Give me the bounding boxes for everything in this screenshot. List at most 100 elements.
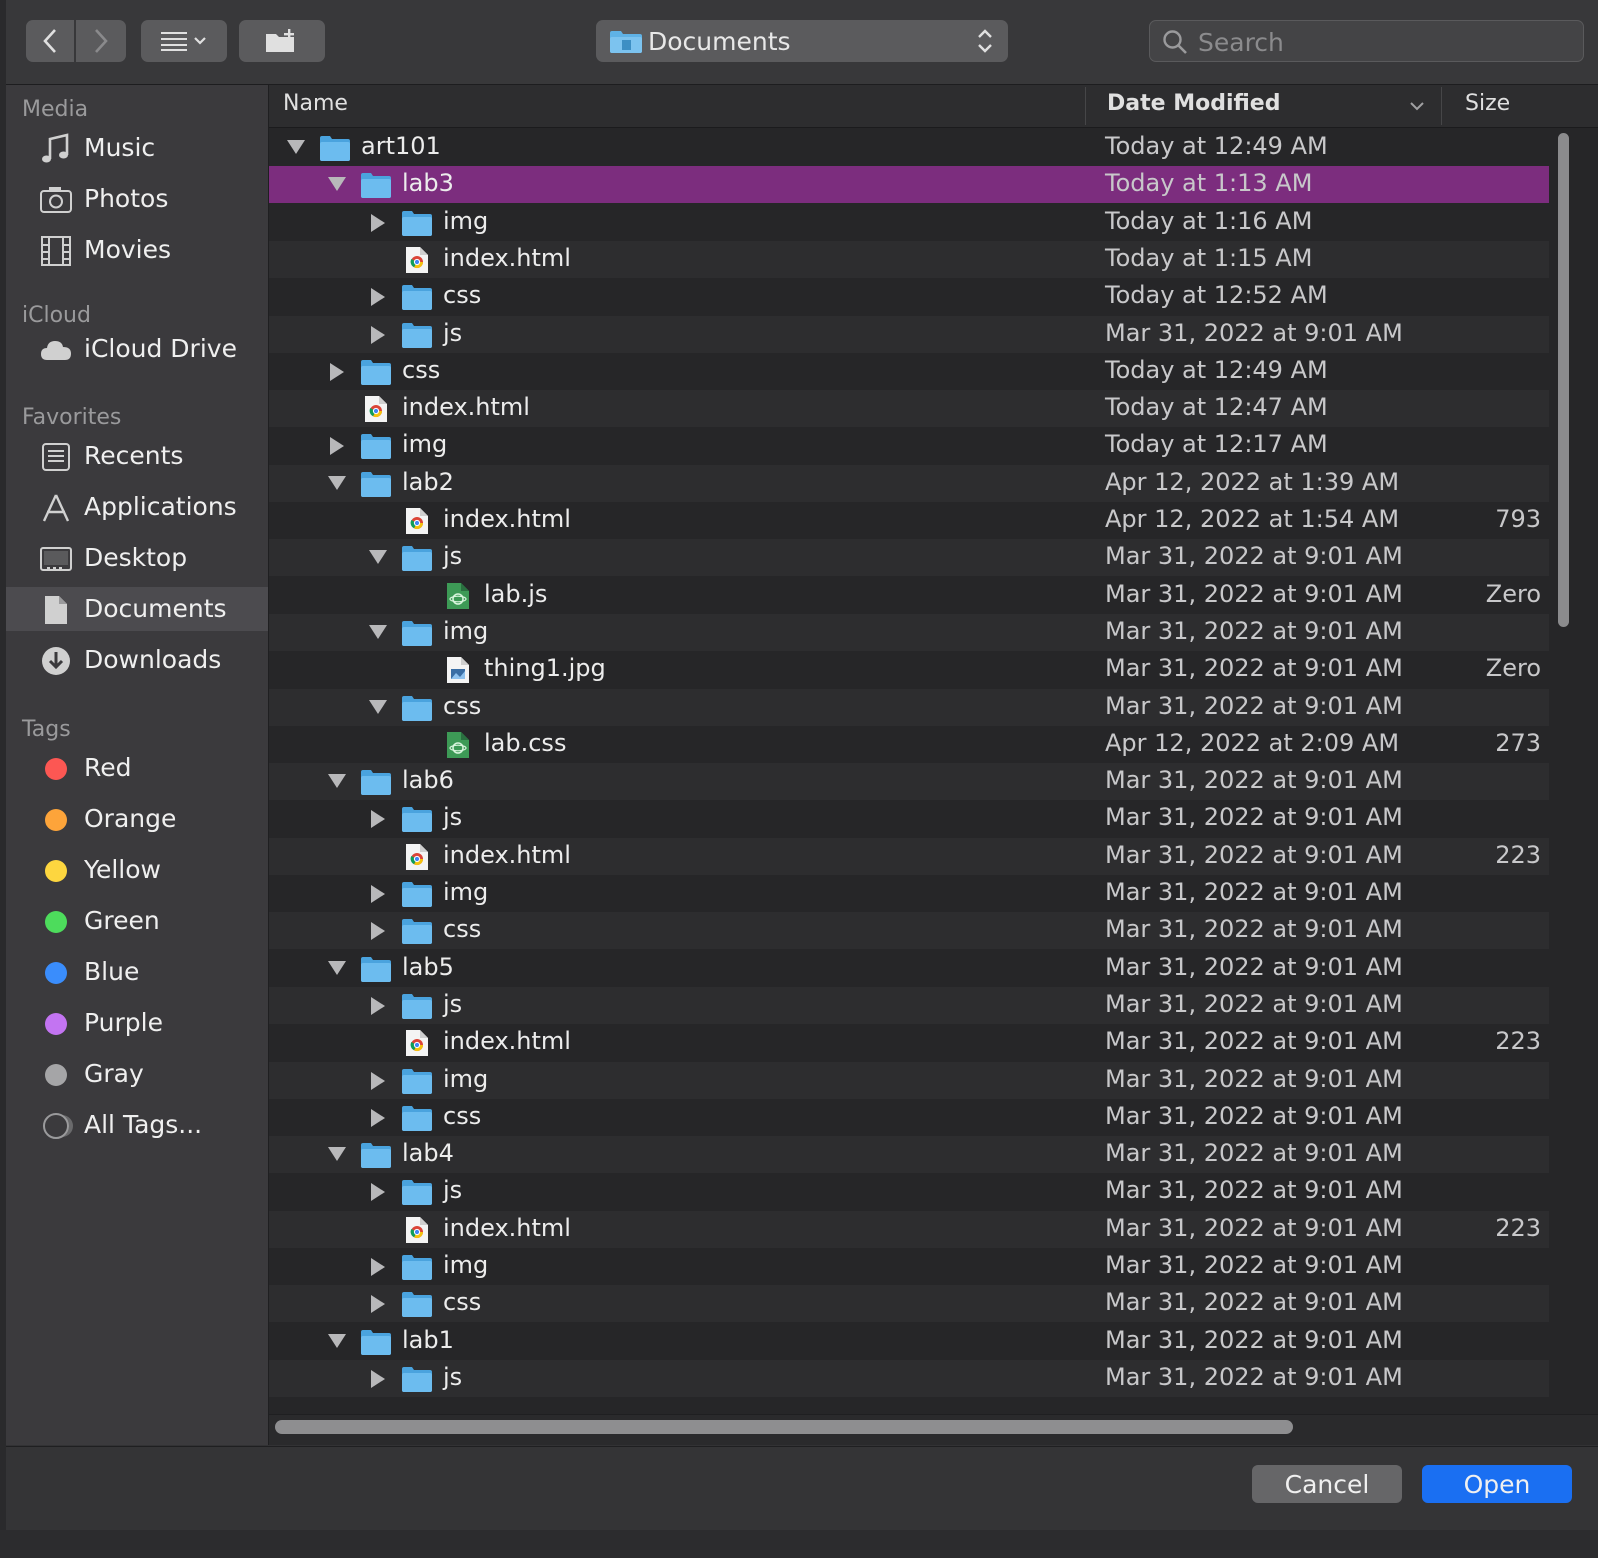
file-row[interactable]: js Mar 31, 2022 at 9:01 AM [269,800,1549,837]
disclosure-closed-icon[interactable] [371,885,385,903]
disclosure-open-icon[interactable] [328,1147,346,1162]
file-row[interactable]: img Today at 12:17 AM [269,427,1549,464]
file-row[interactable]: index.html Mar 31, 2022 at 9:01 AM 223 [269,1024,1549,1061]
file-row[interactable]: js Mar 31, 2022 at 9:01 AM [269,539,1549,577]
sidebar-item-music[interactable]: Music [6,126,268,170]
disclosure-closed-icon[interactable] [371,1295,385,1314]
search-field[interactable] [1149,20,1584,62]
file-row[interactable]: index.html Today at 1:15 AM [269,240,1549,278]
disclosure-open-icon[interactable] [328,960,346,975]
file-row[interactable]: img Mar 31, 2022 at 9:01 AM [269,613,1549,651]
disclosure-closed-icon[interactable] [371,996,385,1015]
location-popup[interactable]: Documents [596,20,1008,62]
sidebar-item-downloads[interactable]: Downloads [6,638,268,682]
disclosure-closed-icon[interactable] [371,1071,385,1090]
file-row[interactable]: img Mar 31, 2022 at 9:01 AM [269,1061,1549,1099]
sidebar-tag-gray[interactable]: Gray [6,1052,268,1096]
file-row[interactable]: index.html Mar 31, 2022 at 9:01 AM 223 [269,837,1549,875]
sidebar-item-documents[interactable]: Documents [6,587,268,631]
disclosure-closed-icon[interactable] [371,1183,385,1202]
file-row[interactable]: css Mar 31, 2022 at 9:01 AM [269,912,1549,950]
file-row[interactable]: css Today at 12:52 AM [269,278,1549,315]
view-options-button[interactable] [141,20,227,62]
disclosure-closed-icon[interactable] [371,810,385,829]
sidebar-item-label: Photos [84,184,169,213]
disclosure-open-icon[interactable] [328,1333,346,1348]
file-row[interactable]: css Mar 31, 2022 at 9:01 AM [269,1285,1549,1323]
file-row[interactable]: lab4 Mar 31, 2022 at 9:01 AM [269,1136,1549,1174]
disclosure-closed-icon[interactable] [371,325,385,344]
open-button[interactable]: Open [1422,1465,1572,1503]
file-row[interactable]: js Mar 31, 2022 at 9:01 AM [269,1359,1549,1397]
file-row[interactable]: lab3 Today at 1:13 AM [269,166,1549,204]
file-row[interactable]: css Mar 31, 2022 at 9:01 AM [269,688,1549,726]
file-row[interactable]: index.html Today at 12:47 AM [269,390,1549,428]
file-row[interactable]: lab.js Mar 31, 2022 at 9:01 AM Zero [269,577,1549,614]
horizontal-scrollbar[interactable] [269,1414,1598,1445]
file-row[interactable]: img Mar 31, 2022 at 9:01 AM [269,875,1549,912]
file-row[interactable]: lab5 Mar 31, 2022 at 9:01 AM [269,950,1549,987]
column-divider[interactable] [1441,87,1442,125]
file-row[interactable]: js Mar 31, 2022 at 9:01 AM [269,315,1549,353]
disclosure-open-icon[interactable] [369,550,387,565]
sidebar-tag-orange[interactable]: Orange [6,797,268,841]
disclosure-open-icon[interactable] [328,177,346,192]
column-size-header[interactable]: Size [1465,91,1510,116]
file-row[interactable]: js Mar 31, 2022 at 9:01 AM [269,986,1549,1024]
search-input[interactable] [1196,23,1570,61]
disclosure-closed-icon[interactable] [371,288,385,307]
sidebar-tag-blue[interactable]: Blue [6,950,268,994]
sidebar-tag-green[interactable]: Green [6,899,268,943]
sidebar-item-movies[interactable]: Movies [6,228,268,272]
disclosure-closed-icon[interactable] [371,213,385,232]
sidebar-item-icloud-drive[interactable]: iCloud Drive [6,327,268,371]
disclosure-open-icon[interactable] [328,774,346,789]
vertical-scrollbar[interactable] [1555,129,1571,1414]
disclosure-closed-icon[interactable] [330,437,344,456]
disclosure-closed-icon[interactable] [330,362,344,381]
horizontal-scroll-thumb[interactable] [275,1420,1293,1434]
file-row[interactable]: css Today at 12:49 AM [269,353,1549,390]
file-row[interactable]: lab.css Apr 12, 2022 at 2:09 AM 273 [269,726,1549,763]
folder-icon [361,770,391,796]
sidebar-tag-purple[interactable]: Purple [6,1001,268,1045]
sidebar-item-photos[interactable]: Photos [6,177,268,221]
sidebar-item-desktop[interactable]: Desktop [6,536,268,580]
file-date-modified: Mar 31, 2022 at 9:01 AM [1105,915,1403,944]
column-divider[interactable] [1085,87,1086,125]
sidebar-tag-yellow[interactable]: Yellow [6,848,268,892]
disclosure-open-icon[interactable] [287,140,305,154]
file-row[interactable]: lab6 Mar 31, 2022 at 9:01 AM [269,763,1549,801]
file-row[interactable]: lab1 Mar 31, 2022 at 9:01 AM [269,1323,1549,1360]
vertical-scroll-thumb[interactable] [1558,133,1569,627]
file-row[interactable]: img Mar 31, 2022 at 9:01 AM [269,1248,1549,1285]
forward-button[interactable] [76,20,126,62]
file-row[interactable]: js Mar 31, 2022 at 9:01 AM [269,1173,1549,1210]
sidebar-tag-all-tags[interactable]: All Tags... [6,1103,268,1147]
cancel-button[interactable]: Cancel [1252,1465,1402,1503]
back-button[interactable] [26,20,74,62]
column-name-header[interactable]: Name [283,91,348,116]
disclosure-open-icon[interactable] [369,699,387,714]
file-row[interactable]: css Mar 31, 2022 at 9:01 AM [269,1099,1549,1136]
file-row[interactable]: art101 Today at 12:49 AM [269,129,1549,166]
sidebar-item-applications[interactable]: Applications [6,485,268,529]
disclosure-closed-icon[interactable] [371,1369,385,1388]
folder-icon [360,171,392,199]
folder-icon [360,768,392,796]
sidebar-tag-red[interactable]: Red [6,746,268,790]
disclosure-open-icon[interactable] [369,624,387,639]
disclosure-open-icon[interactable] [328,475,346,490]
file-row[interactable]: index.html Mar 31, 2022 at 9:01 AM 223 [269,1210,1549,1248]
disclosure-closed-icon[interactable] [371,1108,385,1127]
file-row[interactable]: thing1.jpg Mar 31, 2022 at 9:01 AM Zero [269,651,1549,688]
new-folder-button[interactable] [239,20,325,62]
column-date-header[interactable]: Date Modified [1107,91,1280,116]
disclosure-closed-icon[interactable] [371,1258,385,1276]
file-row[interactable]: img Today at 1:16 AM [269,204,1549,241]
file-name: lab2 [402,467,454,496]
file-row[interactable]: lab2 Apr 12, 2022 at 1:39 AM [269,464,1549,502]
sidebar-item-recents[interactable]: Recents [6,434,268,478]
disclosure-closed-icon[interactable] [371,922,385,941]
file-row[interactable]: index.html Apr 12, 2022 at 1:54 AM 793 [269,502,1549,539]
